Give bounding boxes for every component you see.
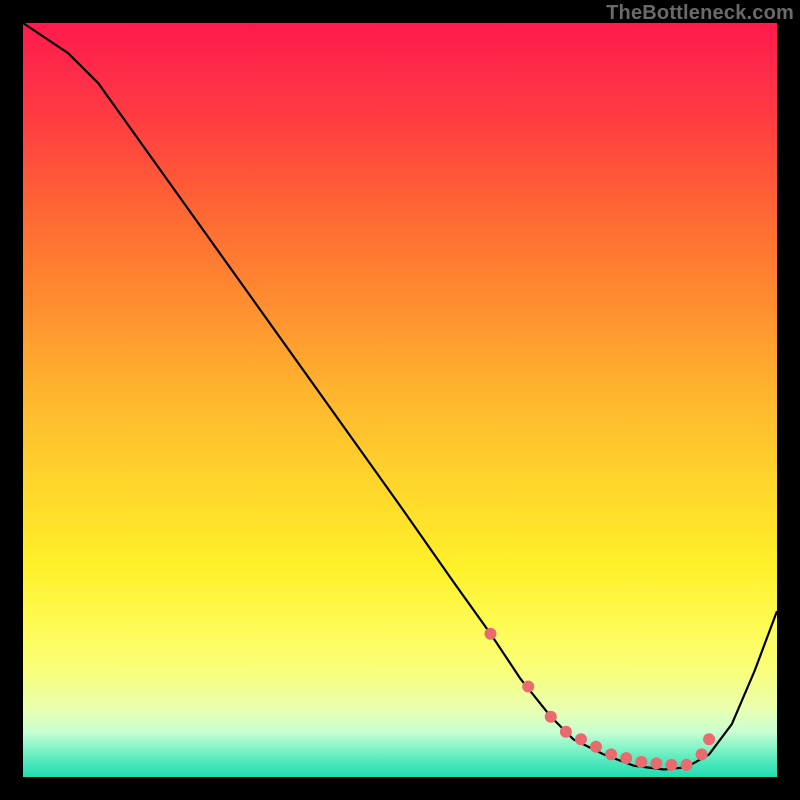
optimum-dot [665, 759, 677, 771]
optimum-dot [703, 733, 715, 745]
optimum-dot [590, 741, 602, 753]
plot-area [23, 23, 777, 777]
optimum-dot [485, 628, 497, 640]
bottleneck-curve-svg [23, 23, 777, 777]
optimum-dot [635, 756, 647, 768]
optimum-dot [620, 752, 632, 764]
optimum-dot [560, 726, 572, 738]
watermark-text: TheBottleneck.com [606, 2, 794, 25]
optimum-dot [696, 748, 708, 760]
bottleneck-curve-path [23, 23, 777, 770]
chart-frame: TheBottleneck.com [0, 0, 800, 800]
optimum-dots-group [485, 628, 716, 771]
optimum-dot [522, 681, 534, 693]
optimum-dot [575, 733, 587, 745]
optimum-dot [545, 711, 557, 723]
optimum-dot [650, 757, 662, 769]
optimum-dot [605, 748, 617, 760]
optimum-dot [681, 759, 693, 771]
